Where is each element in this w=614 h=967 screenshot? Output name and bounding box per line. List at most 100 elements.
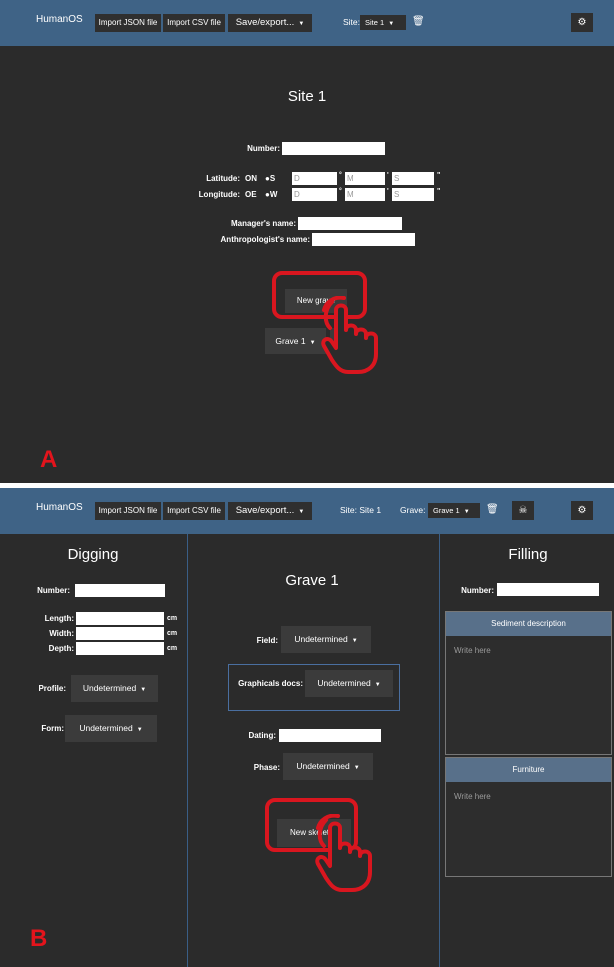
chevron-down-icon: ▼ (298, 21, 305, 27)
grave-label: Grave: (400, 505, 426, 515)
latitude-seconds-input[interactable]: S (392, 172, 434, 185)
minute-symbol: ' (387, 172, 389, 179)
site-indicator[interactable]: Site: Site 1 (340, 505, 381, 515)
sediment-description-box[interactable]: Sediment description Write here (445, 611, 612, 755)
second-symbol: " (437, 188, 441, 195)
save-export-dropdown[interactable]: Save/export... ▼ (228, 502, 312, 520)
chevron-down-icon: ▼ (353, 765, 360, 771)
profile-select[interactable]: Undetermined ▼ (71, 675, 158, 702)
depth-unit: cm (167, 645, 178, 652)
site-select-value: Site 1 (365, 18, 385, 27)
digging-number-label: Number: (37, 586, 70, 595)
length-label: Length: (44, 614, 74, 623)
degree-symbol: ° (339, 188, 342, 195)
latitude-radio-north[interactable]: ON (245, 174, 257, 183)
length-input[interactable] (76, 612, 164, 625)
digging-number-input[interactable] (75, 584, 165, 597)
longitude-degrees-input[interactable]: D (292, 188, 337, 201)
graphical-docs-value: Undetermined (317, 678, 371, 688)
graphical-docs-label: Graphicals docs: (238, 679, 303, 688)
graphical-docs-select[interactable]: Undetermined ▼ (305, 670, 393, 697)
filling-number-input[interactable] (497, 583, 599, 596)
manager-name-input[interactable] (298, 217, 402, 230)
page-title: Site 1 (287, 88, 327, 105)
longitude-radio-west[interactable]: ●W (265, 190, 277, 199)
panel-a: HumanOS Import JSON file Import CSV file… (0, 0, 614, 483)
furniture-box[interactable]: Furniture Write here (445, 757, 612, 877)
gear-icon[interactable]: ⚙ (571, 501, 593, 520)
minute-symbol: ' (387, 188, 389, 195)
import-csv-button[interactable]: Import CSV file (163, 14, 225, 32)
form-select[interactable]: Undetermined ▼ (65, 715, 157, 742)
latitude-radio-south[interactable]: ●S (265, 174, 275, 183)
radio-east-label: OE (245, 190, 257, 199)
column-divider-left (187, 534, 188, 967)
sediment-description-textarea[interactable]: Write here (454, 646, 491, 655)
degree-symbol: ° (339, 172, 342, 179)
chevron-down-icon: ▼ (298, 509, 305, 515)
pointer-hand-icon (315, 814, 372, 892)
chevron-down-icon: ▼ (309, 340, 316, 346)
longitude-minutes-input[interactable]: M (345, 188, 385, 201)
latitude-degrees-input[interactable]: D (292, 172, 337, 185)
longitude-label: Longitude: (198, 190, 240, 199)
radio-north-label: ON (245, 174, 257, 183)
import-csv-button[interactable]: Import CSV file (163, 502, 225, 520)
panel-tag-a: A (40, 446, 58, 473)
chevron-down-icon: ▼ (351, 638, 358, 644)
panel-b: HumanOS Import JSON file Import CSV file… (0, 488, 614, 967)
number-label: Number: (247, 144, 280, 153)
longitude-radio-east[interactable]: OE (245, 190, 257, 199)
chevron-down-icon: ▼ (463, 509, 470, 515)
anthropologist-name-label: Anthropologist's name: (220, 235, 310, 244)
field-select-value: Undetermined (294, 634, 348, 644)
site-select[interactable]: Site 1 ▼ (360, 15, 406, 30)
brand-logo[interactable]: HumanOS (36, 14, 83, 25)
dating-input[interactable] (279, 729, 381, 742)
sediment-description-header: Sediment description (446, 612, 611, 636)
skeleton-icon[interactable]: ☠ (512, 501, 534, 520)
manager-name-label: Manager's name: (230, 219, 296, 228)
import-json-button[interactable]: Import JSON file (95, 502, 161, 520)
chevron-down-icon: ▼ (140, 687, 147, 693)
grave-select[interactable]: Grave 1 ▼ (428, 503, 480, 518)
longitude-seconds-input[interactable]: S (392, 188, 434, 201)
phase-select-value: Undetermined (296, 761, 350, 771)
save-export-dropdown[interactable]: Save/export... ▼ (228, 14, 312, 32)
navbar: HumanOS Import JSON file Import CSV file… (0, 488, 614, 534)
brand-logo[interactable]: HumanOS (36, 502, 83, 513)
phase-select[interactable]: Undetermined ▼ (283, 753, 373, 780)
furniture-header: Furniture (446, 758, 611, 782)
site-label: Site: (343, 17, 361, 27)
gear-icon[interactable]: ⚙ (571, 13, 593, 32)
latitude-label: Latitude: (206, 174, 240, 183)
chevron-down-icon: ▼ (136, 727, 143, 733)
import-json-button[interactable]: Import JSON file (95, 14, 161, 32)
grave-select-value: Grave 1 (433, 506, 460, 515)
width-label: Width: (49, 629, 74, 638)
depth-input[interactable] (76, 642, 164, 655)
chevron-down-icon: ▼ (374, 682, 381, 688)
grave-select[interactable]: Grave 1 ▼ (265, 328, 326, 354)
width-unit: cm (167, 630, 178, 637)
form-select-value: Undetermined (79, 723, 133, 733)
length-unit: cm (167, 615, 178, 622)
filling-title: Filling (508, 546, 548, 563)
profile-select-value: Undetermined (82, 683, 137, 693)
depth-label: Depth: (48, 644, 74, 653)
form-label: Form: (41, 724, 64, 733)
trash-icon[interactable]: 🗑 (412, 14, 425, 30)
latitude-minutes-input[interactable]: M (345, 172, 385, 185)
number-input[interactable] (282, 142, 385, 155)
save-export-label: Save/export... (235, 505, 295, 516)
field-label: Field: (256, 636, 278, 645)
trash-icon[interactable]: 🗑 (486, 502, 499, 518)
field-select[interactable]: Undetermined ▼ (281, 626, 371, 653)
digging-title: Digging (67, 546, 119, 563)
chevron-down-icon: ▼ (388, 21, 395, 27)
anthropologist-name-input[interactable] (312, 233, 415, 246)
second-symbol: " (437, 172, 441, 179)
panel-tag-b: B (30, 925, 48, 952)
width-input[interactable] (76, 627, 164, 640)
furniture-textarea[interactable]: Write here (454, 792, 491, 801)
